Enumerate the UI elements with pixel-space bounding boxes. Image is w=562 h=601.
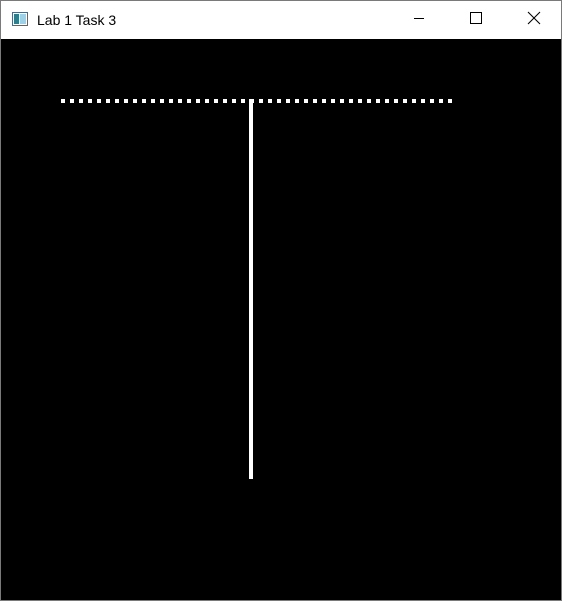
minimize-button[interactable] xyxy=(396,1,442,39)
scene-drawing xyxy=(61,99,457,479)
close-button[interactable] xyxy=(511,1,557,39)
app-window: Lab 1 Task 3 xyxy=(0,0,562,601)
window-title: Lab 1 Task 3 xyxy=(37,12,117,28)
close-icon xyxy=(527,11,541,30)
maximize-button[interactable] xyxy=(453,1,499,39)
title-bar[interactable]: Lab 1 Task 3 xyxy=(1,1,561,39)
solid-vertical-line xyxy=(249,99,253,479)
maximize-icon xyxy=(470,11,482,29)
minimize-icon xyxy=(413,11,425,29)
render-canvas[interactable] xyxy=(1,39,561,600)
app-window-icon xyxy=(12,12,28,26)
